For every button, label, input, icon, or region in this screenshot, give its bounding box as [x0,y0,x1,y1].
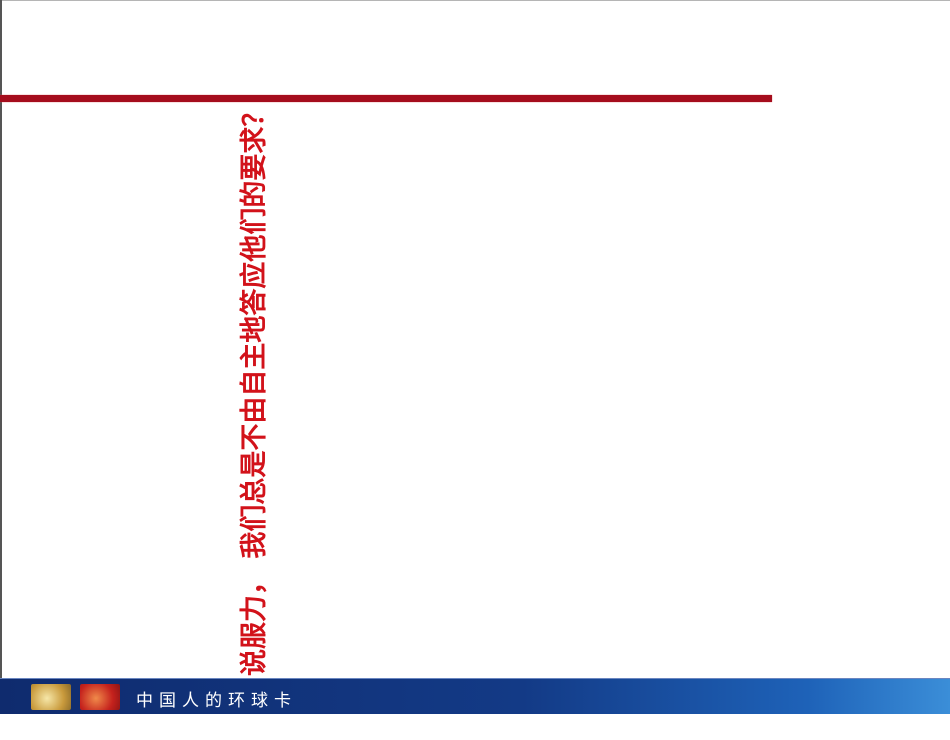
gold-card-image [31,684,71,710]
red-card-image [80,684,120,710]
footer-slogan: 中国人的环球卡 [136,691,297,711]
slide-vertical-text: 说服力， 我们总是不由自主地答应他们的要求？ [239,100,270,677]
left-border [0,0,2,713]
top-border [0,0,950,1]
title-divider-bar [0,95,772,102]
